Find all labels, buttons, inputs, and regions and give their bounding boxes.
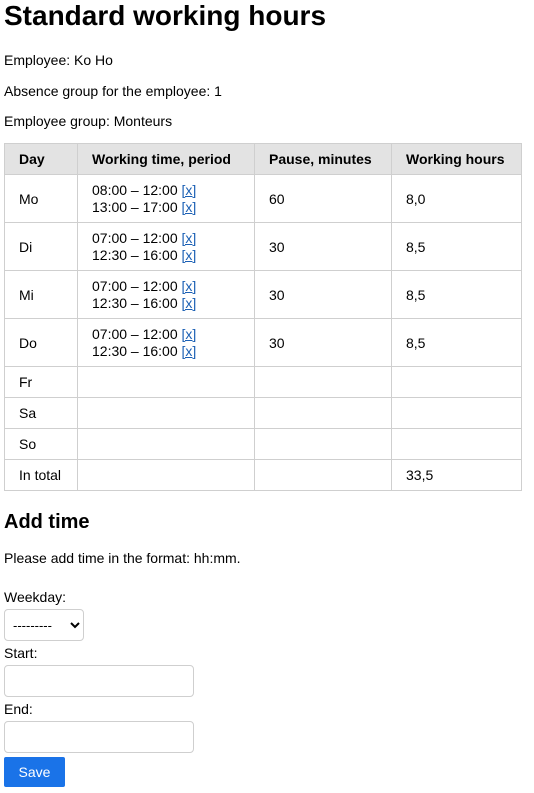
period-text: 12:30 – 16:00 xyxy=(92,294,178,311)
save-button[interactable]: Save xyxy=(4,757,65,787)
format-hint: Please add time in the format: hh:mm. xyxy=(4,550,241,566)
header-pause: Pause, minutes xyxy=(254,143,392,175)
add-time-heading: Add time xyxy=(4,511,90,533)
period-text: 12:30 – 16:00 xyxy=(92,342,178,359)
weekday-select[interactable]: --------- xyxy=(4,609,84,641)
total-label: In total xyxy=(4,459,78,491)
cell-hours xyxy=(391,397,522,429)
cell-periods: 07:00 – 12:00 [x] 12:30 – 16:00 [x] xyxy=(77,318,255,367)
employee-name: Employee: Ko Ho xyxy=(4,52,113,68)
remove-period-link[interactable]: [x] xyxy=(182,199,197,215)
cell-periods: 08:00 – 12:00 [x] 13:00 – 17:00 [x] xyxy=(77,174,255,223)
cell-day: Fr xyxy=(4,366,78,398)
page-title: Standard working hours xyxy=(4,0,327,31)
total-hours: 33,5 xyxy=(391,459,522,491)
header-working-time: Working time, period xyxy=(77,143,255,175)
remove-period-link[interactable]: [x] xyxy=(182,343,197,359)
period-text: 08:00 – 12:00 xyxy=(92,181,178,198)
remove-period-link[interactable]: [x] xyxy=(182,326,197,342)
cell-hours: 8,5 xyxy=(391,222,522,271)
period-text: 12:30 – 16:00 xyxy=(92,246,178,263)
working-hours-table: Day Working time, period Pause, minutes … xyxy=(4,143,522,491)
table-row: So xyxy=(4,428,522,460)
period-text: 07:00 – 12:00 xyxy=(92,229,178,246)
start-label: Start: xyxy=(4,645,38,661)
cell-empty xyxy=(77,459,255,491)
employee-group: Employee group: Monteurs xyxy=(4,113,173,129)
cell-periods: 07:00 – 12:00 [x] 12:30 – 16:00 [x] xyxy=(77,270,255,319)
cell-periods: 07:00 – 12:00 [x] 12:30 – 16:00 [x] xyxy=(77,222,255,271)
cell-day: Mo xyxy=(4,174,78,223)
remove-period-link[interactable]: [x] xyxy=(182,230,197,246)
end-input[interactable] xyxy=(4,721,194,753)
cell-day: Di xyxy=(4,222,78,271)
cell-pause: 30 xyxy=(254,270,392,319)
cell-day: Mi xyxy=(4,270,78,319)
cell-pause xyxy=(254,397,392,429)
start-input[interactable] xyxy=(4,665,194,697)
cell-hours: 8,5 xyxy=(391,318,522,367)
cell-periods xyxy=(77,366,255,398)
cell-hours xyxy=(391,366,522,398)
header-day: Day xyxy=(4,143,78,175)
cell-day: So xyxy=(4,428,78,460)
cell-pause: 30 xyxy=(254,318,392,367)
cell-empty xyxy=(254,459,392,491)
end-label: End: xyxy=(4,701,33,717)
cell-pause xyxy=(254,428,392,460)
cell-pause: 30 xyxy=(254,222,392,271)
absence-group: Absence group for the employee: 1 xyxy=(4,83,222,99)
table-header-row: Day Working time, period Pause, minutes … xyxy=(4,143,522,175)
period-text: 07:00 – 12:00 xyxy=(92,277,178,294)
period-text: 07:00 – 12:00 xyxy=(92,325,178,342)
remove-period-link[interactable]: [x] xyxy=(182,247,197,263)
remove-period-link[interactable]: [x] xyxy=(182,182,197,198)
total-row: In total 33,5 xyxy=(4,459,522,491)
cell-periods xyxy=(77,428,255,460)
cell-day: Do xyxy=(4,318,78,367)
cell-hours xyxy=(391,428,522,460)
cell-periods xyxy=(77,397,255,429)
cell-hours: 8,5 xyxy=(391,270,522,319)
table-row: Mo 08:00 – 12:00 [x] 13:00 – 17:00 [x] 6… xyxy=(4,174,522,223)
weekday-label: Weekday: xyxy=(4,589,66,605)
table-row: Do 07:00 – 12:00 [x] 12:30 – 16:00 [x] 3… xyxy=(4,318,522,367)
remove-period-link[interactable]: [x] xyxy=(182,278,197,294)
period-text: 13:00 – 17:00 xyxy=(92,198,178,215)
table-row: Sa xyxy=(4,397,522,429)
header-working-hours: Working hours xyxy=(391,143,522,175)
cell-day: Sa xyxy=(4,397,78,429)
table-row: Di 07:00 – 12:00 [x] 12:30 – 16:00 [x] 3… xyxy=(4,222,522,271)
table-row: Fr xyxy=(4,366,522,398)
cell-pause: 60 xyxy=(254,174,392,223)
table-row: Mi 07:00 – 12:00 [x] 12:30 – 16:00 [x] 3… xyxy=(4,270,522,319)
remove-period-link[interactable]: [x] xyxy=(182,295,197,311)
cell-pause xyxy=(254,366,392,398)
cell-hours: 8,0 xyxy=(391,174,522,223)
